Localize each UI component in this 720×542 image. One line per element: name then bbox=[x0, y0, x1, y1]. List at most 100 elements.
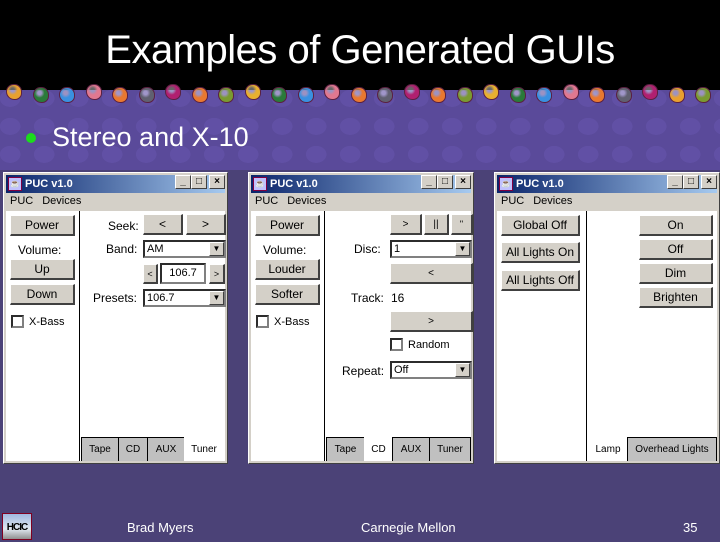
menu-devices[interactable]: Devices bbox=[529, 195, 577, 211]
bullet-dot-icon bbox=[26, 132, 36, 143]
power-button[interactable]: Power bbox=[255, 215, 320, 236]
power-button[interactable]: Power bbox=[10, 215, 75, 236]
bead-icon bbox=[297, 87, 314, 103]
menu-puc[interactable]: PUC bbox=[6, 195, 38, 211]
band-select[interactable]: AM ▼ bbox=[143, 240, 226, 258]
repeat-label: Repeat: bbox=[342, 364, 385, 378]
softer-button[interactable]: Softer bbox=[255, 284, 320, 305]
band-value: AM bbox=[147, 243, 164, 255]
station-down-button[interactable]: < bbox=[143, 264, 158, 284]
bead-icon bbox=[165, 84, 181, 100]
dropdown-arrow-icon[interactable]: ▼ bbox=[209, 242, 224, 256]
next-track-button[interactable]: > bbox=[390, 311, 473, 332]
minimize-button[interactable]: _ bbox=[175, 175, 191, 189]
menu-puc[interactable]: PUC bbox=[251, 195, 283, 211]
random-checkbox[interactable]: Random bbox=[390, 338, 450, 351]
maximize-button[interactable]: □ bbox=[191, 175, 207, 189]
play-button[interactable]: > bbox=[390, 214, 422, 235]
louder-button[interactable]: Louder bbox=[255, 259, 320, 280]
bead-icon bbox=[218, 87, 234, 103]
repeat-value: Off bbox=[394, 364, 409, 376]
maximize-button[interactable]: □ bbox=[683, 175, 699, 189]
tab-tuner[interactable]: Tuner bbox=[429, 437, 471, 461]
brighten-button[interactable]: Brighten bbox=[639, 287, 713, 308]
volume-up-button[interactable]: Up bbox=[10, 259, 75, 280]
presets-label: Presets: bbox=[93, 291, 138, 305]
cd-window: ☕ PUC v1.0 _ □ × PUC Devices Power Volum… bbox=[248, 172, 474, 464]
close-button[interactable]: × bbox=[209, 175, 225, 189]
bead-icon bbox=[509, 87, 526, 103]
tab-cd[interactable]: CD bbox=[364, 437, 393, 461]
xbass-checkbox[interactable]: X-Bass bbox=[256, 315, 309, 328]
disc-label: Disc: bbox=[354, 242, 381, 256]
global-off-button[interactable]: Global Off bbox=[501, 215, 580, 236]
dropdown-arrow-icon[interactable]: ▼ bbox=[455, 363, 470, 377]
tuner-window: ☕ PUC v1.0 _ □ × PUC Devices Power Volum… bbox=[3, 172, 228, 464]
on-button[interactable]: On bbox=[639, 215, 713, 236]
stop-button[interactable]: " bbox=[451, 214, 473, 235]
checkbox-box[interactable] bbox=[390, 338, 403, 351]
right-pane: > || " Disc: 1 ▼ < Track: 16 > Random Re… bbox=[326, 211, 473, 461]
all-lights-on-button[interactable]: All Lights On bbox=[501, 242, 580, 263]
tab-tuner[interactable]: Tuner bbox=[184, 437, 224, 461]
seek-back-button[interactable]: < bbox=[143, 214, 183, 235]
tab-bar: Tape CD AUX Tuner bbox=[326, 437, 471, 461]
bead-icon bbox=[483, 84, 499, 100]
bead-icon bbox=[112, 87, 128, 103]
minimize-button[interactable]: _ bbox=[421, 175, 437, 189]
volume-label: Volume: bbox=[18, 243, 62, 257]
station-up-button[interactable]: > bbox=[209, 264, 225, 284]
tab-aux[interactable]: AUX bbox=[392, 437, 430, 461]
off-button[interactable]: Off bbox=[639, 239, 713, 260]
left-pane: Power Volume: Louder Softer X-Bass bbox=[251, 211, 325, 461]
disc-value: 1 bbox=[394, 243, 401, 255]
left-pane: Global Off All Lights On All Lights Off bbox=[497, 211, 587, 461]
volume-down-button[interactable]: Down bbox=[10, 284, 75, 305]
maximize-button[interactable]: □ bbox=[437, 175, 453, 189]
station-field[interactable]: 106.7 bbox=[160, 263, 206, 284]
checkbox-box[interactable] bbox=[256, 315, 269, 328]
close-button[interactable]: × bbox=[701, 175, 717, 189]
tab-tape[interactable]: Tape bbox=[81, 437, 119, 461]
presets-select[interactable]: 106.7 ▼ bbox=[143, 289, 226, 307]
xbass-label: X-Bass bbox=[29, 315, 65, 328]
pause-button[interactable]: || bbox=[424, 214, 449, 235]
bullet-text: Stereo and X-10 bbox=[52, 122, 249, 152]
menu-bar: PUC Devices bbox=[251, 195, 331, 211]
bead-decoration bbox=[0, 82, 720, 106]
menu-devices[interactable]: Devices bbox=[38, 195, 86, 211]
window-title: PUC v1.0 bbox=[25, 178, 73, 190]
menu-bar: PUC Devices bbox=[497, 195, 577, 211]
minimize-button[interactable]: _ bbox=[667, 175, 683, 189]
seek-forward-button[interactable]: > bbox=[186, 214, 226, 235]
bead-icon bbox=[138, 87, 155, 103]
bead-icon bbox=[536, 87, 552, 103]
tab-overhead-lights[interactable]: Overhead Lights bbox=[627, 437, 717, 461]
page-number: 35 bbox=[683, 520, 698, 535]
bead-icon bbox=[668, 87, 685, 103]
menu-puc[interactable]: PUC bbox=[497, 195, 529, 211]
prev-track-button[interactable]: < bbox=[390, 263, 473, 284]
bead-icon bbox=[562, 84, 579, 100]
dropdown-arrow-icon[interactable]: ▼ bbox=[209, 291, 224, 305]
all-lights-off-button[interactable]: All Lights Off bbox=[501, 270, 580, 291]
repeat-select[interactable]: Off ▼ bbox=[390, 361, 472, 379]
bead-icon bbox=[695, 87, 711, 103]
dropdown-arrow-icon[interactable]: ▼ bbox=[455, 242, 470, 256]
bead-icon bbox=[271, 87, 287, 103]
dim-button[interactable]: Dim bbox=[639, 263, 713, 284]
tab-cd[interactable]: CD bbox=[118, 437, 148, 461]
window-title: PUC v1.0 bbox=[270, 178, 318, 190]
window-title: PUC v1.0 bbox=[516, 178, 564, 190]
bead-icon bbox=[615, 87, 632, 103]
tab-tape[interactable]: Tape bbox=[326, 437, 365, 461]
checkbox-box[interactable] bbox=[11, 315, 24, 328]
tab-lamp[interactable]: Lamp bbox=[588, 437, 628, 461]
app-icon: ☕ bbox=[8, 177, 22, 191]
xbass-checkbox[interactable]: X-Bass bbox=[11, 315, 64, 328]
close-button[interactable]: × bbox=[455, 175, 471, 189]
bead-icon bbox=[350, 87, 367, 103]
menu-devices[interactable]: Devices bbox=[283, 195, 331, 211]
disc-select[interactable]: 1 ▼ bbox=[390, 240, 472, 258]
tab-aux[interactable]: AUX bbox=[147, 437, 185, 461]
